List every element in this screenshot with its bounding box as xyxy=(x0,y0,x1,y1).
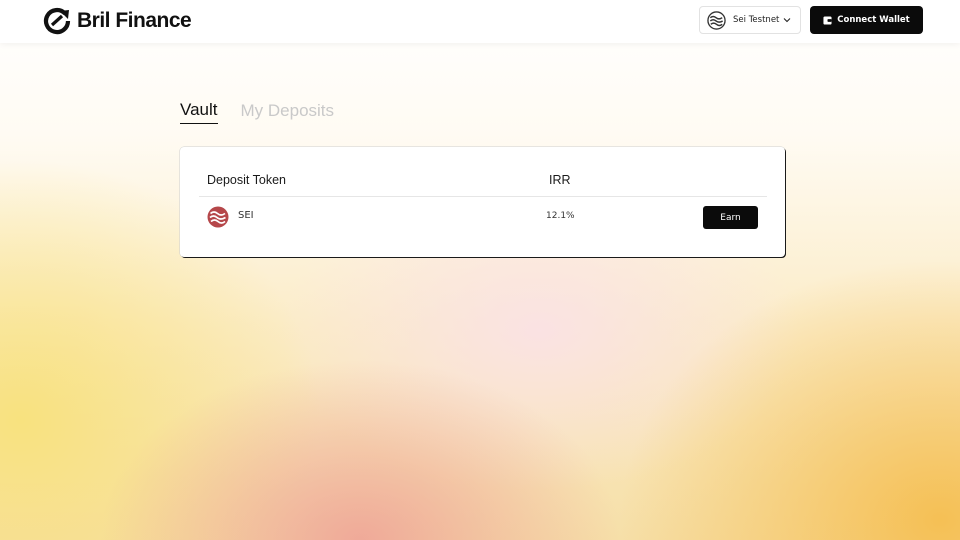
top-navbar: Bril Finance Sei Testnet Connect Wallet xyxy=(0,0,960,43)
brand-name: Bril Finance xyxy=(77,9,192,32)
wallet-icon xyxy=(823,15,832,25)
chevron-down-icon xyxy=(784,18,791,23)
vault-table-card: Deposit Token IRR SEI 12.1% Earn xyxy=(180,147,785,257)
table-row: SEI 12.1% Earn xyxy=(180,197,785,239)
brand-logo[interactable]: Bril Finance xyxy=(43,6,192,36)
sei-logo-icon xyxy=(207,206,229,228)
bril-logo-icon xyxy=(43,7,71,35)
page-background xyxy=(0,0,960,540)
connect-wallet-label: Connect Wallet xyxy=(837,15,910,25)
column-header-deposit-token: Deposit Token xyxy=(207,173,286,187)
vault-tabs: Vault My Deposits xyxy=(180,100,334,124)
column-header-irr: IRR xyxy=(549,173,571,187)
irr-value: 12.1% xyxy=(546,211,575,221)
sei-network-icon xyxy=(707,10,726,30)
tab-vault[interactable]: Vault xyxy=(180,100,218,124)
tab-my-deposits[interactable]: My Deposits xyxy=(241,101,335,124)
connect-wallet-button[interactable]: Connect Wallet xyxy=(810,6,923,34)
network-selector[interactable]: Sei Testnet xyxy=(699,6,801,34)
earn-button[interactable]: Earn xyxy=(703,206,758,229)
network-label: Sei Testnet xyxy=(733,15,780,25)
token-name: SEI xyxy=(238,210,254,221)
